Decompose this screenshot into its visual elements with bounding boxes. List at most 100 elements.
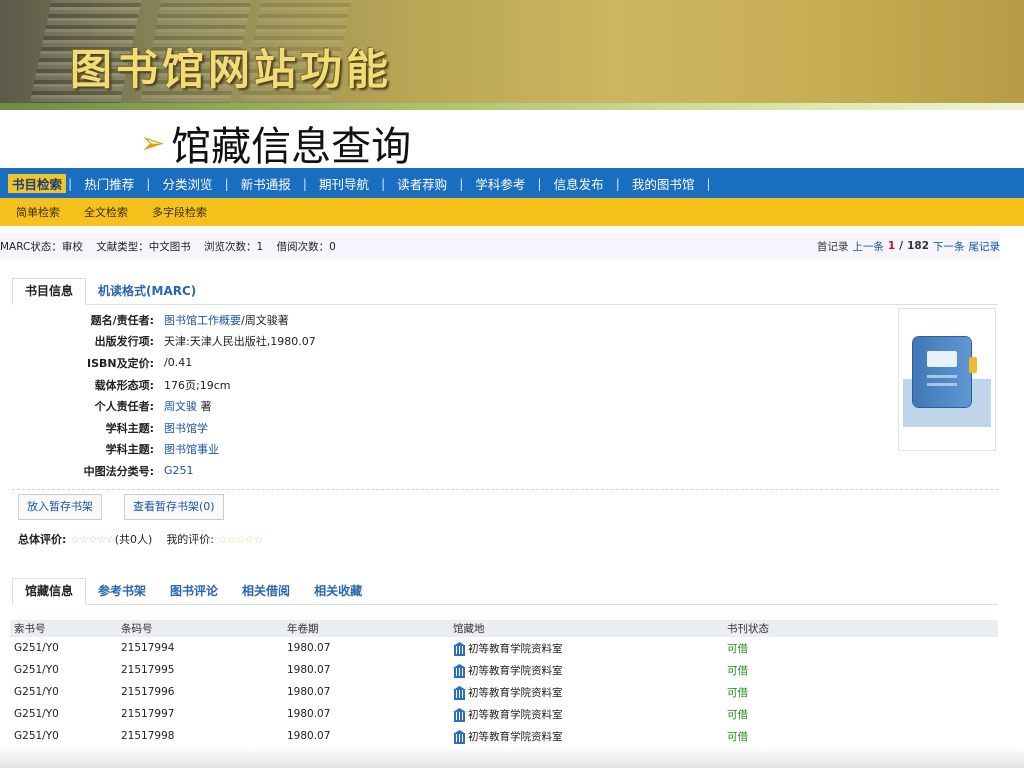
pager-slash: / — [899, 240, 904, 252]
nav-separator: | — [459, 175, 464, 191]
col-call-number: 索书号 — [14, 623, 46, 635]
status: 可借 — [727, 664, 748, 677]
first-record-link[interactable]: 首记录 — [817, 239, 849, 254]
total-records: 182 — [907, 240, 929, 252]
field-value: 图书馆工作概要/周文骏著 — [164, 312, 289, 328]
bib-field-row: ISBN及定价: /0.41 — [40, 352, 316, 374]
field-text: 176页;19cm — [164, 378, 231, 392]
table-row: G251/Y0 21517997 1980.07 初等教育学院资料室 可借 — [10, 703, 998, 725]
nav-item-my-library[interactable]: 我的图书馆 — [622, 174, 705, 193]
current-record-number: 1 — [887, 240, 896, 252]
record-pager: 首记录 上一条 1 / 182 下一条 尾记录 — [817, 239, 1000, 254]
location-text: 初等教育学院资料室 — [468, 664, 563, 677]
barcode: 21517998 — [121, 730, 175, 742]
last-record-link[interactable]: 尾记录 — [969, 239, 1001, 254]
author-link[interactable]: 周文骏 — [164, 400, 197, 413]
location: 初等教育学院资料室 — [453, 729, 727, 744]
cover-line-shape — [927, 383, 957, 386]
call-number: G251/Y0 — [14, 708, 59, 720]
my-rating-stars[interactable]: ☆☆☆☆☆ — [218, 533, 263, 546]
barcode: 21517997 — [121, 708, 175, 720]
bib-field-row: 学科主题: 图书馆事业 — [40, 439, 316, 461]
nav-item-subject[interactable]: 学科参考 — [465, 174, 535, 193]
field-value: G251 — [164, 464, 194, 477]
rating-row: 总体评价: ☆☆☆☆☆ (共0人) 我的评价: ☆☆☆☆☆ — [18, 531, 263, 547]
nav-item-hot[interactable]: 热门推荐 — [74, 174, 144, 193]
volume: 1980.07 — [287, 686, 331, 698]
field-label: ISBN及定价: — [86, 356, 154, 370]
subject-link[interactable]: 图书馆学 — [164, 422, 208, 435]
add-to-shelf-button[interactable]: 放入暂存书架 — [18, 494, 102, 520]
status: 可借 — [727, 686, 748, 699]
table-row: G251/Y0 21517996 1980.07 初等教育学院资料室 可借 — [10, 681, 998, 703]
overall-rating-label: 总体评价: — [18, 533, 67, 546]
subnav-simple-search[interactable]: 简单检索 — [0, 204, 60, 220]
status: 可借 — [727, 708, 748, 721]
holding-tabs: 馆藏信息 参考书架 图书评论 相关借阅 相关收藏 — [12, 578, 998, 605]
field-value: /0.41 — [164, 356, 192, 369]
location-text: 初等教育学院资料室 — [468, 730, 563, 743]
tab-related-favorites[interactable]: 相关收藏 — [302, 579, 374, 604]
field-value: 图书馆学 — [164, 420, 208, 436]
nav-separator: | — [146, 175, 151, 191]
prev-record-link[interactable]: 上一条 — [852, 239, 884, 254]
cover-label-shape — [927, 351, 957, 367]
field-label: 题名/责任者: — [90, 313, 154, 327]
bib-field-row: 学科主题: 图书馆学 — [40, 417, 316, 439]
field-value: 天津:天津人民出版社,1980.07 — [164, 333, 316, 349]
classification-link[interactable]: G251 — [164, 464, 194, 477]
location-text: 初等教育学院资料室 — [468, 708, 563, 721]
field-text: 著 — [197, 400, 212, 414]
marc-status: MARC状态：审校 — [0, 240, 83, 253]
field-label: 出版发行项: — [94, 335, 154, 349]
nav-item-catalog-search[interactable]: 书目检索 — [8, 173, 67, 193]
barcode: 21517995 — [121, 664, 175, 676]
record-status-bar: MARC状态：审校 文献类型：中文图书 浏览次数：1 借阅次数：0 首记录 上一… — [0, 233, 1000, 259]
next-record-link[interactable]: 下一条 — [933, 239, 965, 254]
location-text: 初等教育学院资料室 — [468, 686, 563, 699]
location-text: 初等教育学院资料室 — [468, 642, 563, 655]
field-text: /0.41 — [164, 356, 193, 370]
subnav-multifield-search[interactable]: 多字段检索 — [128, 204, 207, 220]
bib-field-row: 出版发行项: 天津:天津人民出版社,1980.07 — [40, 331, 316, 353]
nav-item-recommend[interactable]: 读者荐购 — [387, 174, 457, 193]
field-value: 周文骏 著 — [164, 398, 212, 414]
tab-related-loans[interactable]: 相关借阅 — [230, 579, 302, 604]
nav-item-new-books[interactable]: 新书通报 — [231, 174, 301, 193]
library-building-icon — [453, 708, 466, 722]
status: 可借 — [727, 730, 748, 743]
cover-line-shape — [927, 375, 957, 378]
nav-separator: | — [537, 175, 542, 191]
volume: 1980.07 — [287, 664, 331, 676]
divider — [12, 489, 998, 490]
tab-marc[interactable]: 机读格式(MARC) — [86, 279, 208, 304]
overall-rating-stars: ☆☆☆☆☆ — [70, 532, 115, 546]
record-tabs: 书目信息 机读格式(MARC) — [12, 278, 998, 305]
bib-field-row: 题名/责任者: 图书馆工作概要/周文骏著 — [40, 309, 316, 331]
book-cover-icon — [913, 337, 977, 407]
library-building-icon — [453, 730, 466, 744]
col-volume: 年卷期 — [287, 623, 319, 635]
location: 初等教育学院资料室 — [453, 707, 727, 722]
bib-field-row: 载体形态项: 176页;19cm — [40, 374, 316, 396]
volume: 1980.07 — [287, 642, 331, 654]
title-link[interactable]: 图书馆工作概要 — [164, 314, 241, 327]
nav-item-browse[interactable]: 分类浏览 — [152, 174, 222, 193]
tab-book-reviews[interactable]: 图书评论 — [158, 579, 230, 604]
tab-bib-info[interactable]: 书目信息 — [12, 278, 87, 305]
tab-holdings[interactable]: 馆藏信息 — [12, 578, 87, 605]
nav-item-news[interactable]: 信息发布 — [544, 174, 614, 193]
location: 初等教育学院资料室 — [453, 685, 727, 700]
tab-reference-shelf[interactable]: 参考书架 — [86, 579, 158, 604]
barcode: 21517994 — [121, 642, 175, 654]
nav-separator: | — [706, 175, 711, 191]
volume: 1980.07 — [287, 730, 331, 742]
nav-item-journals[interactable]: 期刊导航 — [309, 174, 379, 193]
book-cover — [898, 308, 996, 451]
view-shelf-button[interactable]: 查看暂存书架(0) — [124, 494, 224, 520]
bib-field-row: 个人责任者: 周文骏 著 — [40, 395, 316, 417]
status: 可借 — [727, 642, 748, 655]
subject-link[interactable]: 图书馆事业 — [164, 443, 219, 456]
subnav-fulltext-search[interactable]: 全文检索 — [60, 204, 128, 220]
table-row: G251/Y0 21517998 1980.07 初等教育学院资料室 可借 — [10, 725, 998, 747]
